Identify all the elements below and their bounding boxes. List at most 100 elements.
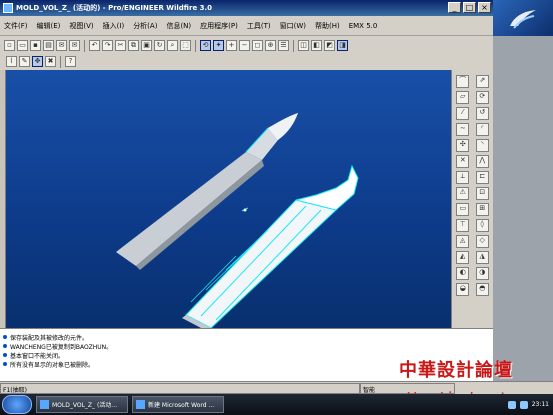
datum-csys-icon[interactable]: ◨ [337,40,348,51]
menu-tools[interactable]: 工具(T) [247,21,271,31]
menu-analysis[interactable]: 分析(A) [133,21,157,31]
toolbar-separator [195,39,196,52]
parting-surface-icon[interactable]: ◭ [456,250,470,264]
layers-icon[interactable]: ◧ [311,40,322,51]
menu-edit[interactable]: 编辑(E) [37,21,61,31]
display-style-icon[interactable]: ◫ [298,40,309,51]
datum-point-icon[interactable]: ⟳ [475,90,489,104]
fill-icon[interactable]: ◓ [475,282,489,296]
menu-info[interactable]: 信息(N) [166,21,191,31]
message-line: 保存装配及其被修改的元件。 [3,333,493,342]
sketched-curve-icon[interactable]: ↺ [475,106,489,120]
refit-icon[interactable]: ◻ [252,40,263,51]
find-icon[interactable]: ⌕ [167,40,178,51]
maximize-button[interactable]: □ [463,2,476,13]
extrude-icon[interactable]: ∼ [456,122,470,136]
datum-plane-icon[interactable]: ⌒ [456,74,470,88]
datum-axis-icon[interactable]: ⇗ [475,74,489,88]
filter-select[interactable]: 智能 [360,382,455,394]
menu-emx[interactable]: EMX 5.0 [349,22,378,30]
rib-icon[interactable]: ⚠ [456,186,470,200]
message-line: 所有没有显示的对象已被删除。 [3,360,493,369]
menu-applications[interactable]: 应用程序(P) [200,21,238,31]
volume-icon[interactable] [519,400,528,409]
print-icon[interactable]: ▤ [43,40,54,51]
menu-bar: 文件(F) 编辑(E) 视图(V) 插入(I) 分析(A) 信息(N) 应用程序… [0,16,493,36]
info-bullet-icon [3,362,7,366]
sketch-icon[interactable]: ⌇ [6,56,17,67]
taskbar-item-proe[interactable]: MOLD_VOL_Z_ (活动... [36,396,128,413]
edit-icon[interactable]: ✥ [32,56,43,67]
copy-surface-icon[interactable]: ◒ [456,282,470,296]
status-text: F1(抽取) [0,382,360,394]
menu-help[interactable]: 帮助(H) [315,21,340,31]
save-icon[interactable]: ▪ [30,40,41,51]
csys-icon[interactable]: ⁄ [456,106,470,120]
toolbar-separator [60,55,61,68]
taskbar: MOLD_VOL_Z_ (活动... 新建 Microsoft Word ...… [0,394,553,415]
repaint-icon[interactable]: ⟲ [200,40,211,51]
taskbar-item-word[interactable]: 新建 Microsoft Word ... [132,396,224,413]
start-button[interactable] [2,395,32,414]
ptc-swoosh-icon [510,10,536,29]
clock[interactable]: 23:11 [532,401,549,408]
copy-icon[interactable]: ⧉ [128,40,139,51]
mold-volume-icon[interactable]: ◮ [475,250,489,264]
cut-icon[interactable]: ✂ [115,40,126,51]
menu-file[interactable]: 文件(F) [4,21,28,31]
message-line: 基本窗口不能关闭。 [3,351,493,360]
menu-view[interactable]: 视图(V) [69,21,93,31]
hole-icon[interactable]: ⟂ [456,170,470,184]
close-button[interactable]: × [478,2,491,13]
revolve-icon[interactable]: ◜ [475,122,489,136]
context-help-icon[interactable]: ? [65,56,76,67]
graphics-window[interactable] [6,70,451,328]
new-file-icon[interactable]: ▫ [4,40,15,51]
thicken-icon[interactable]: ◬ [456,234,470,248]
zoom-in-icon[interactable]: + [226,40,237,51]
minimize-button[interactable]: _ [448,2,461,13]
zoom-out-icon[interactable]: − [239,40,250,51]
message-line: WANCHENG已被复制到BAOZHUN。 [3,342,493,351]
offset-icon[interactable]: ◊ [475,218,489,232]
network-icon[interactable] [507,400,516,409]
regenerate-icon[interactable]: ↻ [154,40,165,51]
email-link-icon[interactable]: ✉ [69,40,80,51]
email-icon[interactable]: ✉ [56,40,67,51]
chamfer-icon[interactable]: ⋀ [475,154,489,168]
redo-icon[interactable]: ↷ [102,40,113,51]
blend-icon[interactable]: ◝ [475,138,489,152]
trim-icon[interactable]: ⊤ [456,218,470,232]
undo-icon[interactable]: ↶ [89,40,100,51]
ptc-logo [493,0,553,36]
menu-insert[interactable]: 插入(I) [103,21,125,31]
mirror-icon[interactable]: ▭ [456,202,470,216]
toolbar-separator [293,39,294,52]
open-folder-icon[interactable]: ▭ [17,40,28,51]
merge-icon[interactable]: ⊞ [475,202,489,216]
split-icon[interactable]: ◐ [456,266,470,280]
select-box-icon[interactable]: ⬚ [180,40,191,51]
spin-center-icon[interactable]: ✦ [213,40,224,51]
paste-icon[interactable]: ▣ [141,40,152,51]
menu-window[interactable]: 窗口(W) [280,21,306,31]
main-toolbar: ▫ ▭ ▪ ▤ ✉ ✉ ↶ ↷ ✂ ⧉ ▣ ↻ ⌕ ⬚ ⟲ ✦ + − ◻ ⊕ … [0,37,493,54]
csys-marker-icon [241,207,249,212]
sweep-icon[interactable]: ✣ [456,138,470,152]
window-title: MOLD_VOL_Z_ (活动的) - Pro/ENGINEER Wildfir… [16,4,213,12]
datum-planes-icon[interactable]: ◩ [324,40,335,51]
pattern-icon[interactable]: ✖ [45,56,56,67]
round-icon[interactable]: ✕ [456,154,470,168]
draft-icon[interactable]: ⊡ [475,186,489,200]
view-list-icon[interactable]: ☰ [278,40,289,51]
orient-icon[interactable]: ⊕ [265,40,276,51]
datum-curve-icon[interactable]: ▱ [456,90,470,104]
word-icon [136,400,145,409]
cut-out-icon[interactable]: ◑ [475,266,489,280]
solidify-icon[interactable]: ◇ [475,234,489,248]
shell-icon[interactable]: ⊏ [475,170,489,184]
pencil-icon[interactable]: ✎ [19,56,30,67]
right-panel [493,36,553,381]
info-bullet-icon [3,353,7,357]
system-tray: 23:11 [507,396,553,413]
